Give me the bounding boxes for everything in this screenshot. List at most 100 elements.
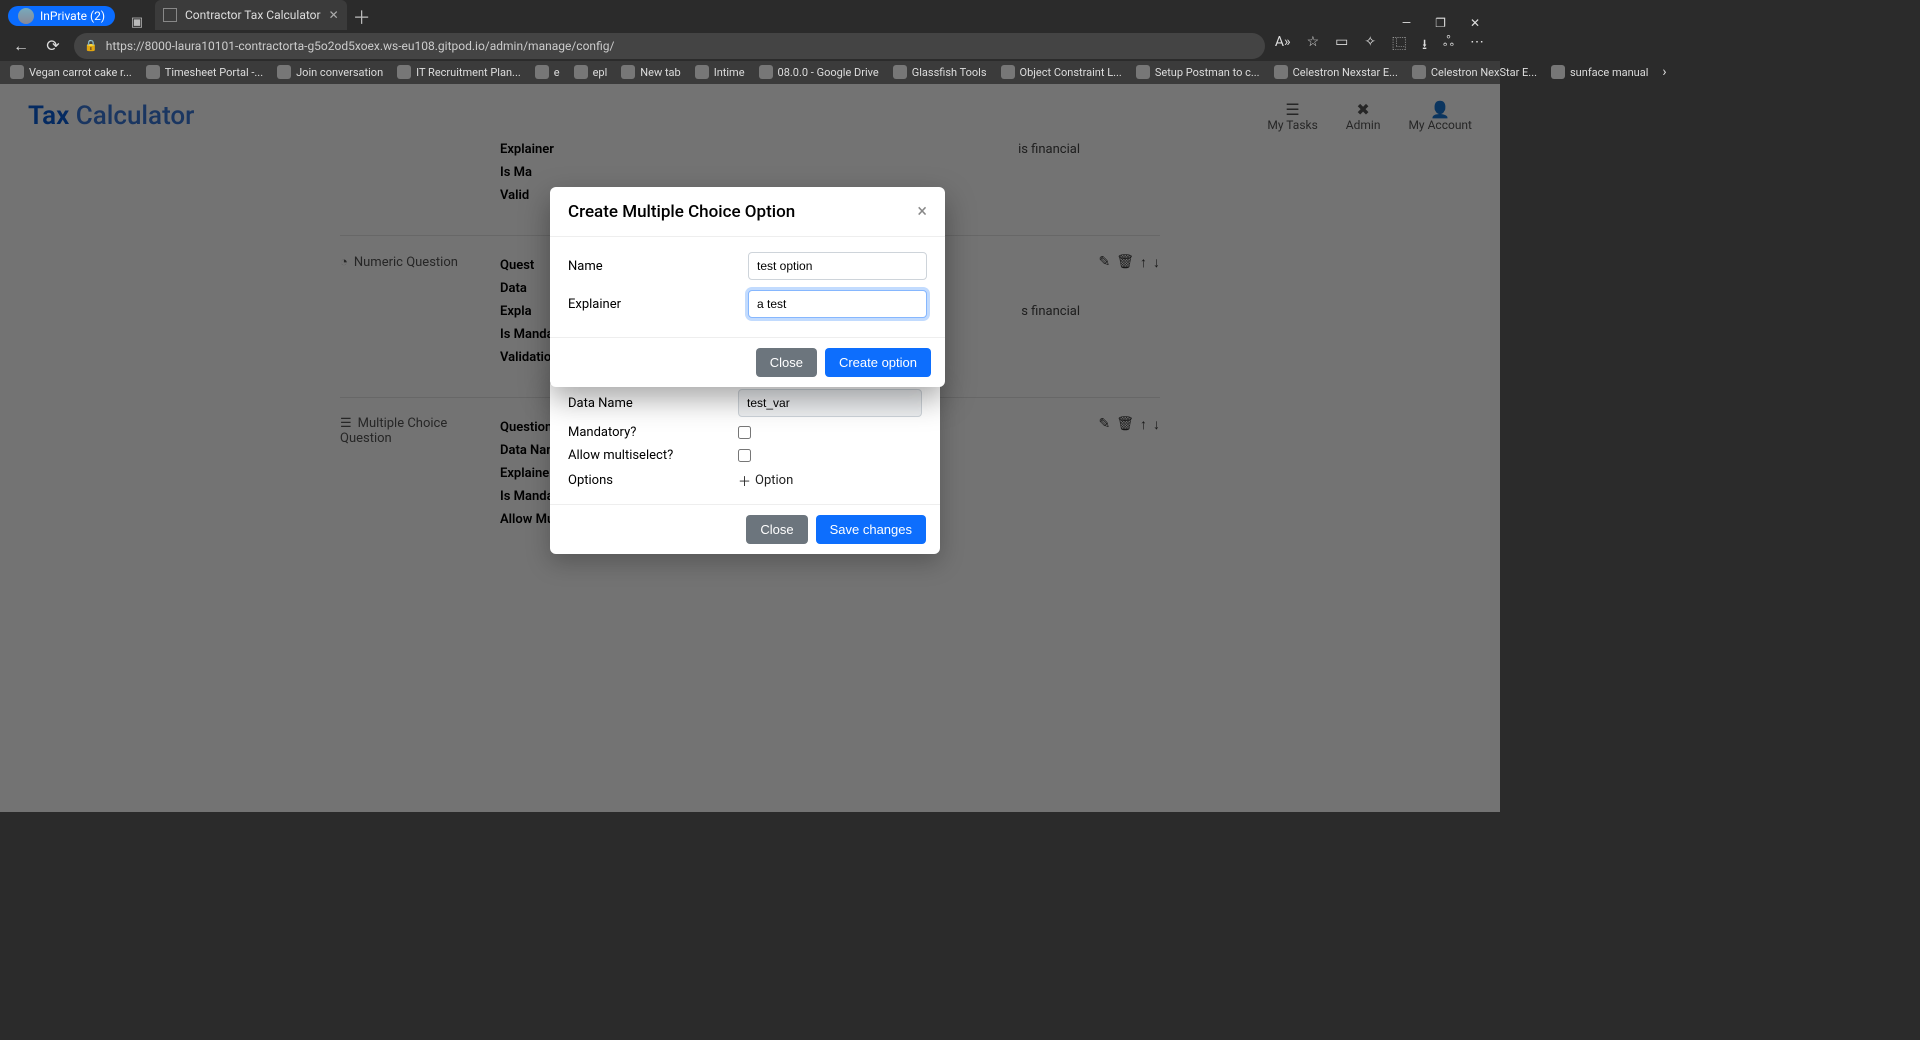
explainer-input[interactable] xyxy=(748,290,927,318)
bookmark-label: Celestron NexStar E... xyxy=(1431,66,1537,79)
avatar-icon xyxy=(18,8,34,24)
bookmark-favicon-icon xyxy=(1001,65,1015,79)
options-label: Options xyxy=(568,473,738,488)
bookmark-item[interactable]: sunface manual xyxy=(1551,65,1648,79)
downloads-icon[interactable]: ⭳ xyxy=(1422,34,1427,58)
edit-question-modal: Data Name Mandatory? Allow multiselect? … xyxy=(550,379,940,554)
create-option-button[interactable]: Create option xyxy=(825,348,931,377)
bookmark-label: New tab xyxy=(640,66,680,79)
inprivate-label: InPrivate (2) xyxy=(40,9,105,23)
bookmark-favicon-icon xyxy=(759,65,773,79)
name-label: Name xyxy=(568,259,748,274)
close-window-icon[interactable]: ✕ xyxy=(1470,16,1480,30)
page: Tax Calculator ☰My Tasks ✖Admin 👤My Acco… xyxy=(0,84,1500,812)
edit-question-footer: Close Save changes xyxy=(550,504,940,554)
tab-strip: InPrivate (2) ▣ Contractor Tax Calculato… xyxy=(0,0,1500,30)
more-icon[interactable]: ⋯ xyxy=(1470,34,1484,58)
name-input[interactable] xyxy=(748,252,927,280)
explainer-label: Explainer xyxy=(568,297,748,312)
bookmark-item[interactable]: epl xyxy=(574,65,608,79)
bookmark-item[interactable]: Setup Postman to c... xyxy=(1136,65,1260,79)
inprivate-badge[interactable]: InPrivate (2) xyxy=(8,6,115,26)
bookmark-favicon-icon xyxy=(397,65,411,79)
url-text: https://8000-laura10101-contractorta-g5o… xyxy=(106,39,615,53)
bookmark-overflow-icon[interactable]: › xyxy=(1662,64,1666,80)
bookmarks-bar: Vegan carrot cake r... Timesheet Portal … xyxy=(0,61,1500,84)
bookmark-favicon-icon xyxy=(1412,65,1426,79)
maximize-icon[interactable]: ❐ xyxy=(1435,16,1446,30)
address-row: ← ⟳ 🔒 https://8000-laura10101-contractor… xyxy=(0,30,1500,60)
bookmark-label: Intime xyxy=(714,66,745,79)
data-name-label: Data Name xyxy=(568,396,738,411)
bookmark-item[interactable]: Object Constraint L... xyxy=(1001,65,1122,79)
allow-multiselect-label: Allow multiselect? xyxy=(568,448,738,463)
bookmark-label: Glassfish Tools xyxy=(912,66,987,79)
plus-icon: ＋ xyxy=(738,471,751,490)
bookmark-item[interactable]: IT Recruitment Plan... xyxy=(397,65,521,79)
modal-footer: Close Create option xyxy=(550,337,945,387)
tab-active[interactable]: Contractor Tax Calculator ✕ xyxy=(155,0,347,30)
address-bar[interactable]: 🔒 https://8000-laura10101-contractorta-g… xyxy=(74,33,1265,59)
favorites-bar-icon[interactable]: ✧ xyxy=(1364,34,1376,58)
bookmark-label: sunface manual xyxy=(1570,66,1648,79)
bookmark-item[interactable]: Vegan carrot cake r... xyxy=(10,65,132,79)
mandatory-checkbox[interactable] xyxy=(738,426,751,439)
window-controls: — ❐ ✕ xyxy=(1402,10,1494,30)
allow-multiselect-checkbox[interactable] xyxy=(738,449,751,462)
bookmark-item[interactable]: e xyxy=(535,65,560,79)
modal-body: Name Explainer xyxy=(550,237,945,337)
read-aloud-icon[interactable]: A» xyxy=(1275,34,1291,58)
extensions-icon[interactable]: ஃ xyxy=(1443,34,1454,58)
tab-title: Contractor Tax Calculator xyxy=(185,8,321,22)
bookmark-label: Setup Postman to c... xyxy=(1155,66,1260,79)
favicon-icon xyxy=(163,8,177,22)
modal-title: Create Multiple Choice Option xyxy=(568,202,795,222)
close-icon[interactable]: × xyxy=(917,201,927,222)
bookmark-label: Celestron Nexstar E... xyxy=(1293,66,1398,79)
bookmark-favicon-icon xyxy=(695,65,709,79)
bookmark-favicon-icon xyxy=(1551,65,1565,79)
add-option-button[interactable]: ＋ Option xyxy=(738,471,793,490)
bookmark-label: 08.0.0 - Google Drive xyxy=(778,66,879,79)
bookmark-favicon-icon xyxy=(146,65,160,79)
close-tab-icon[interactable]: ✕ xyxy=(329,8,339,22)
bookmark-favicon-icon xyxy=(574,65,588,79)
data-name-input[interactable] xyxy=(738,389,922,417)
bookmark-item[interactable]: Celestron NexStar E... xyxy=(1412,65,1537,79)
bookmark-label: IT Recruitment Plan... xyxy=(416,66,521,79)
edit-question-body: Data Name Mandatory? Allow multiselect? … xyxy=(550,379,940,504)
back-icon[interactable]: ← xyxy=(10,36,32,56)
create-option-modal: Create Multiple Choice Option × Name Exp… xyxy=(550,187,945,387)
bookmark-favicon-icon xyxy=(621,65,635,79)
bookmark-label: Object Constraint L... xyxy=(1020,66,1122,79)
bookmark-item[interactable]: New tab xyxy=(621,65,680,79)
bookmark-item[interactable]: Glassfish Tools xyxy=(893,65,987,79)
toolbar-icons: A» ☆ ▭ ✧ ⿺ ⭳ ஃ ⋯ xyxy=(1275,34,1490,58)
new-tab-button[interactable]: ＋ xyxy=(347,4,377,30)
close-button[interactable]: Close xyxy=(746,515,807,544)
lock-icon: 🔒 xyxy=(84,39,98,52)
bookmark-label: e xyxy=(554,66,560,79)
modal-header: Create Multiple Choice Option × xyxy=(550,187,945,237)
bookmark-favicon-icon xyxy=(10,65,24,79)
browser-chrome: InPrivate (2) ▣ Contractor Tax Calculato… xyxy=(0,0,1500,84)
collections-icon[interactable]: ⿺ xyxy=(1392,34,1406,58)
bookmark-item[interactable]: Timesheet Portal -... xyxy=(146,65,263,79)
bookmark-favicon-icon xyxy=(893,65,907,79)
bookmark-favicon-icon xyxy=(277,65,291,79)
save-changes-button[interactable]: Save changes xyxy=(816,515,926,544)
mandatory-label: Mandatory? xyxy=(568,425,738,440)
bookmark-label: epl xyxy=(593,66,608,79)
bookmark-item[interactable]: Intime xyxy=(695,65,745,79)
bookmark-item[interactable]: Celestron Nexstar E... xyxy=(1274,65,1398,79)
bookmark-favicon-icon xyxy=(535,65,549,79)
refresh-icon[interactable]: ⟳ xyxy=(42,36,64,55)
favorite-icon[interactable]: ☆ xyxy=(1307,34,1320,58)
minimize-icon[interactable]: — xyxy=(1402,16,1411,30)
reading-list-icon[interactable]: ▭ xyxy=(1335,34,1348,58)
workspaces-icon[interactable]: ▣ xyxy=(123,15,151,30)
bookmark-item[interactable]: 08.0.0 - Google Drive xyxy=(759,65,879,79)
close-button[interactable]: Close xyxy=(756,348,817,377)
bookmark-favicon-icon xyxy=(1274,65,1288,79)
bookmark-item[interactable]: Join conversation xyxy=(277,65,383,79)
